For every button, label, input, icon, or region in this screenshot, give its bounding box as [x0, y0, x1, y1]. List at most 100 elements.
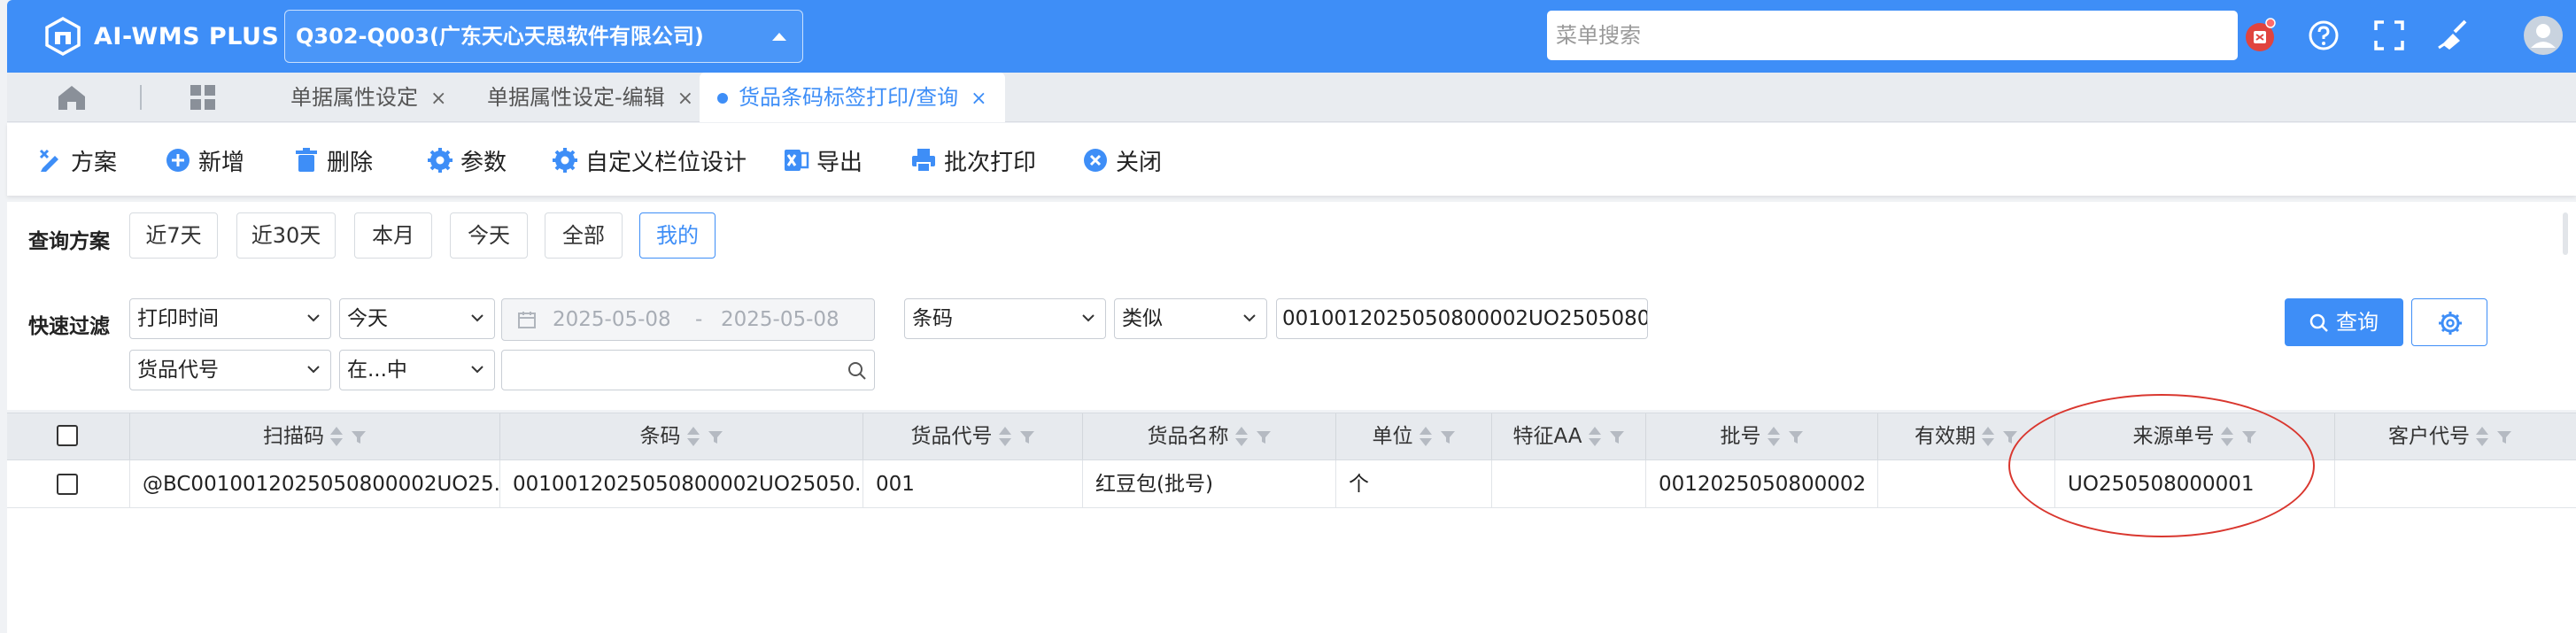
cell-customer-code[interactable]: [2335, 460, 2576, 508]
close-icon[interactable]: ×: [430, 88, 446, 110]
chip-this-month[interactable]: 本月: [354, 212, 432, 259]
sort-icon[interactable]: [1981, 426, 1995, 449]
tab-doc-attr-edit[interactable]: 单据属性设定-编辑 ×: [487, 73, 693, 122]
filter-icon[interactable]: [1256, 429, 1272, 445]
chip-mine[interactable]: 我的: [639, 212, 716, 259]
params-button[interactable]: 参数: [427, 141, 507, 180]
params-label: 参数: [460, 149, 507, 176]
filter-icon[interactable]: [1609, 429, 1625, 445]
add-button[interactable]: 新增: [165, 141, 244, 180]
delete-button[interactable]: 删除: [293, 141, 373, 180]
cell-barcode[interactable]: 0010012025050800002UO25050...: [500, 460, 863, 508]
header-label: 批号: [1720, 425, 1761, 448]
filter-field-2[interactable]: 条码: [904, 298, 1106, 339]
help-icon[interactable]: [2306, 18, 2341, 53]
table-row[interactable]: @BC0010012025050800002UO25... 0010012025…: [7, 460, 2576, 508]
filter-op-2[interactable]: 类似: [1114, 298, 1267, 339]
export-button[interactable]: 导出: [783, 141, 863, 180]
header-item-code[interactable]: 货品代号: [863, 413, 1083, 459]
filter-value-2-input[interactable]: 0010012025050800002UO25050800: [1276, 298, 1648, 339]
sort-icon[interactable]: [329, 426, 344, 449]
header-expiry[interactable]: 有效期: [1878, 413, 2055, 459]
sort-icon[interactable]: [2475, 426, 2489, 449]
close-icon[interactable]: ×: [971, 88, 986, 110]
filter-field-3[interactable]: 货品代号: [129, 350, 331, 390]
clear-cache-icon[interactable]: [2435, 18, 2471, 53]
cell-item-name[interactable]: 红豆包(批号): [1083, 460, 1336, 508]
batch-print-button[interactable]: 批次打印: [910, 141, 1036, 180]
chip-30days[interactable]: 近30天: [236, 212, 336, 259]
filter-icon[interactable]: [1440, 429, 1456, 445]
fullscreen-icon[interactable]: [2371, 18, 2407, 53]
header-label: 特征AA: [1512, 425, 1582, 448]
cell-item-code[interactable]: 001: [863, 460, 1083, 508]
cell-expiry[interactable]: [1878, 460, 2055, 508]
filter-icon[interactable]: [1019, 429, 1035, 445]
custom-fields-button[interactable]: 自定义栏位设计: [552, 141, 746, 180]
filter-op-1[interactable]: 今天: [339, 298, 495, 339]
sort-icon[interactable]: [686, 426, 700, 449]
header-barcode[interactable]: 条码: [500, 413, 863, 459]
cell-unit[interactable]: 个: [1336, 460, 1492, 508]
filter-op-1-value: 今天: [347, 307, 388, 330]
add-label: 新增: [198, 149, 245, 176]
filter-icon[interactable]: [2241, 429, 2257, 445]
header-scan-code[interactable]: 扫描码: [130, 413, 500, 459]
chip-all[interactable]: 全部: [545, 212, 623, 259]
header-batch-no[interactable]: 批号: [1646, 413, 1878, 459]
delete-label: 删除: [327, 149, 374, 176]
close-button[interactable]: 关闭: [1082, 141, 1162, 180]
menu-search-input[interactable]: 菜单搜索: [1547, 11, 2238, 60]
cell-scan-code[interactable]: @BC0010012025050800002UO25...: [130, 460, 500, 508]
header-feature-aa[interactable]: 特征AA: [1492, 413, 1646, 459]
query-button[interactable]: 查询: [2285, 298, 2403, 346]
header-customer-code[interactable]: 客户代号: [2335, 413, 2576, 459]
filter-icon[interactable]: [2496, 429, 2512, 445]
tab-label: 单据属性设定-编辑: [487, 85, 665, 110]
sort-icon[interactable]: [1419, 426, 1433, 449]
notification-icon[interactable]: [2242, 18, 2278, 53]
tab-doc-attr[interactable]: 单据属性设定 ×: [290, 73, 446, 122]
filter-field-1[interactable]: 打印时间: [129, 298, 331, 339]
date-end: 2025-05-08: [721, 308, 839, 331]
header-label: 单位: [1372, 425, 1413, 448]
custom-fields-label: 自定义栏位设计: [585, 149, 747, 176]
filter-icon[interactable]: [2002, 429, 2018, 445]
header-label: 客户代号: [2388, 425, 2470, 448]
sort-icon[interactable]: [1767, 426, 1781, 449]
filter-icon[interactable]: [1788, 429, 1804, 445]
chip-7days[interactable]: 近7天: [129, 212, 218, 259]
app-logo[interactable]: AI-WMS PLUS: [43, 16, 279, 57]
cell-feature-aa[interactable]: [1492, 460, 1646, 508]
date-range-input[interactable]: 2025-05-08 - 2025-05-08: [501, 298, 875, 341]
sort-icon[interactable]: [1234, 426, 1249, 449]
date-separator: -: [695, 308, 703, 331]
sort-icon[interactable]: [998, 426, 1012, 449]
chip-today[interactable]: 今天: [450, 212, 528, 259]
filter-value-3-input[interactable]: [501, 350, 875, 390]
select-all-checkbox[interactable]: [57, 425, 78, 446]
sort-icon[interactable]: [1588, 426, 1602, 449]
filter-icon[interactable]: [708, 429, 723, 445]
header-source-no[interactable]: 来源单号: [2055, 413, 2335, 459]
grid-header: 扫描码 条码 货品代号 货品名称 单位 特征AA 批号 有效期 来源单号 客户代…: [7, 413, 2576, 460]
org-select[interactable]: Q302-Q003(广东天心天思软件有限公司): [284, 10, 803, 63]
home-icon[interactable]: [56, 83, 88, 112]
cell-source-no[interactable]: UO250508000001: [2055, 460, 2335, 508]
sort-icon[interactable]: [2220, 426, 2234, 449]
scrollbar[interactable]: [2563, 212, 2568, 255]
header-item-name[interactable]: 货品名称: [1083, 413, 1336, 459]
tab-barcode-print[interactable]: 货品条码标签打印/查询 ×: [700, 73, 1005, 122]
filter-op-3[interactable]: 在...中: [339, 350, 495, 390]
scheme-button[interactable]: 方案: [37, 141, 117, 180]
close-icon[interactable]: ×: [677, 88, 693, 110]
header-label: 货品名称: [1147, 425, 1229, 448]
cell-batch-no[interactable]: 0012025050800002: [1646, 460, 1878, 508]
search-icon[interactable]: [847, 361, 867, 381]
filter-icon[interactable]: [351, 429, 367, 445]
avatar[interactable]: [2522, 14, 2564, 57]
row-checkbox[interactable]: [57, 474, 78, 495]
header-unit[interactable]: 单位: [1336, 413, 1492, 459]
grid-menu-icon[interactable]: [190, 84, 216, 111]
query-settings-button[interactable]: [2411, 298, 2487, 346]
